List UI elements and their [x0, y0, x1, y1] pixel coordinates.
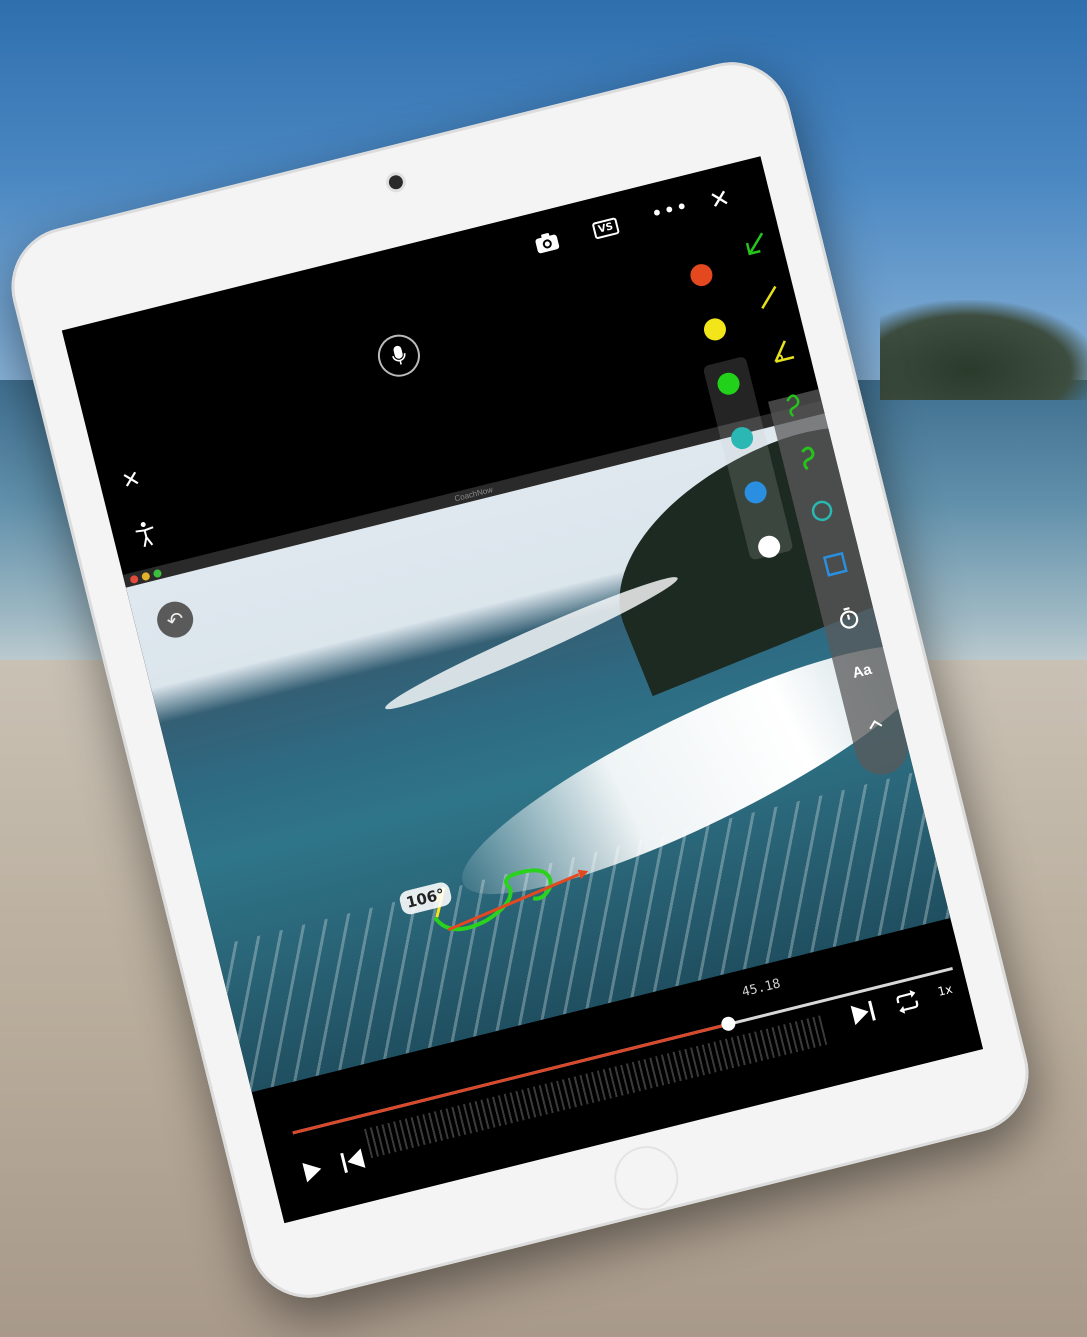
front-camera	[387, 173, 405, 191]
arrow-head	[577, 869, 589, 880]
timer-icon	[840, 607, 859, 629]
headland	[880, 300, 1087, 400]
camera-icon[interactable]	[533, 230, 562, 259]
rectangle-icon	[822, 551, 848, 577]
pose-icon[interactable]	[131, 518, 163, 550]
home-button[interactable]	[607, 1139, 686, 1218]
color-swatch-yellow[interactable]	[701, 316, 729, 343]
angle-icon	[774, 340, 795, 363]
vs-label: VS	[591, 217, 620, 240]
close-icon[interactable]: ✕	[119, 466, 143, 495]
microphone-icon	[392, 345, 406, 365]
chevron-up-icon	[869, 720, 883, 730]
more-icon[interactable]: •••	[648, 193, 691, 226]
vs-button[interactable]: VS	[591, 213, 620, 240]
arrow-icon	[745, 232, 764, 256]
curve-icon	[786, 394, 800, 417]
loop-icon	[896, 989, 919, 1014]
arrow-tool[interactable]	[739, 227, 773, 261]
angle-tool[interactable]	[765, 334, 799, 368]
microphone-button[interactable]	[373, 330, 425, 382]
line-icon	[761, 285, 777, 309]
step-forward-icon	[850, 1000, 876, 1026]
step-back-icon	[340, 1148, 366, 1173]
color-swatch-orange[interactable]	[688, 261, 715, 289]
line-tool[interactable]	[752, 280, 786, 314]
text-tool-label: Aa	[850, 660, 874, 682]
freehand-icon	[801, 446, 815, 471]
undo-icon: ↶	[164, 607, 187, 633]
close-icon[interactable]: ✕	[707, 183, 733, 215]
arrow-annotation	[447, 873, 580, 932]
circle-icon	[811, 500, 833, 522]
